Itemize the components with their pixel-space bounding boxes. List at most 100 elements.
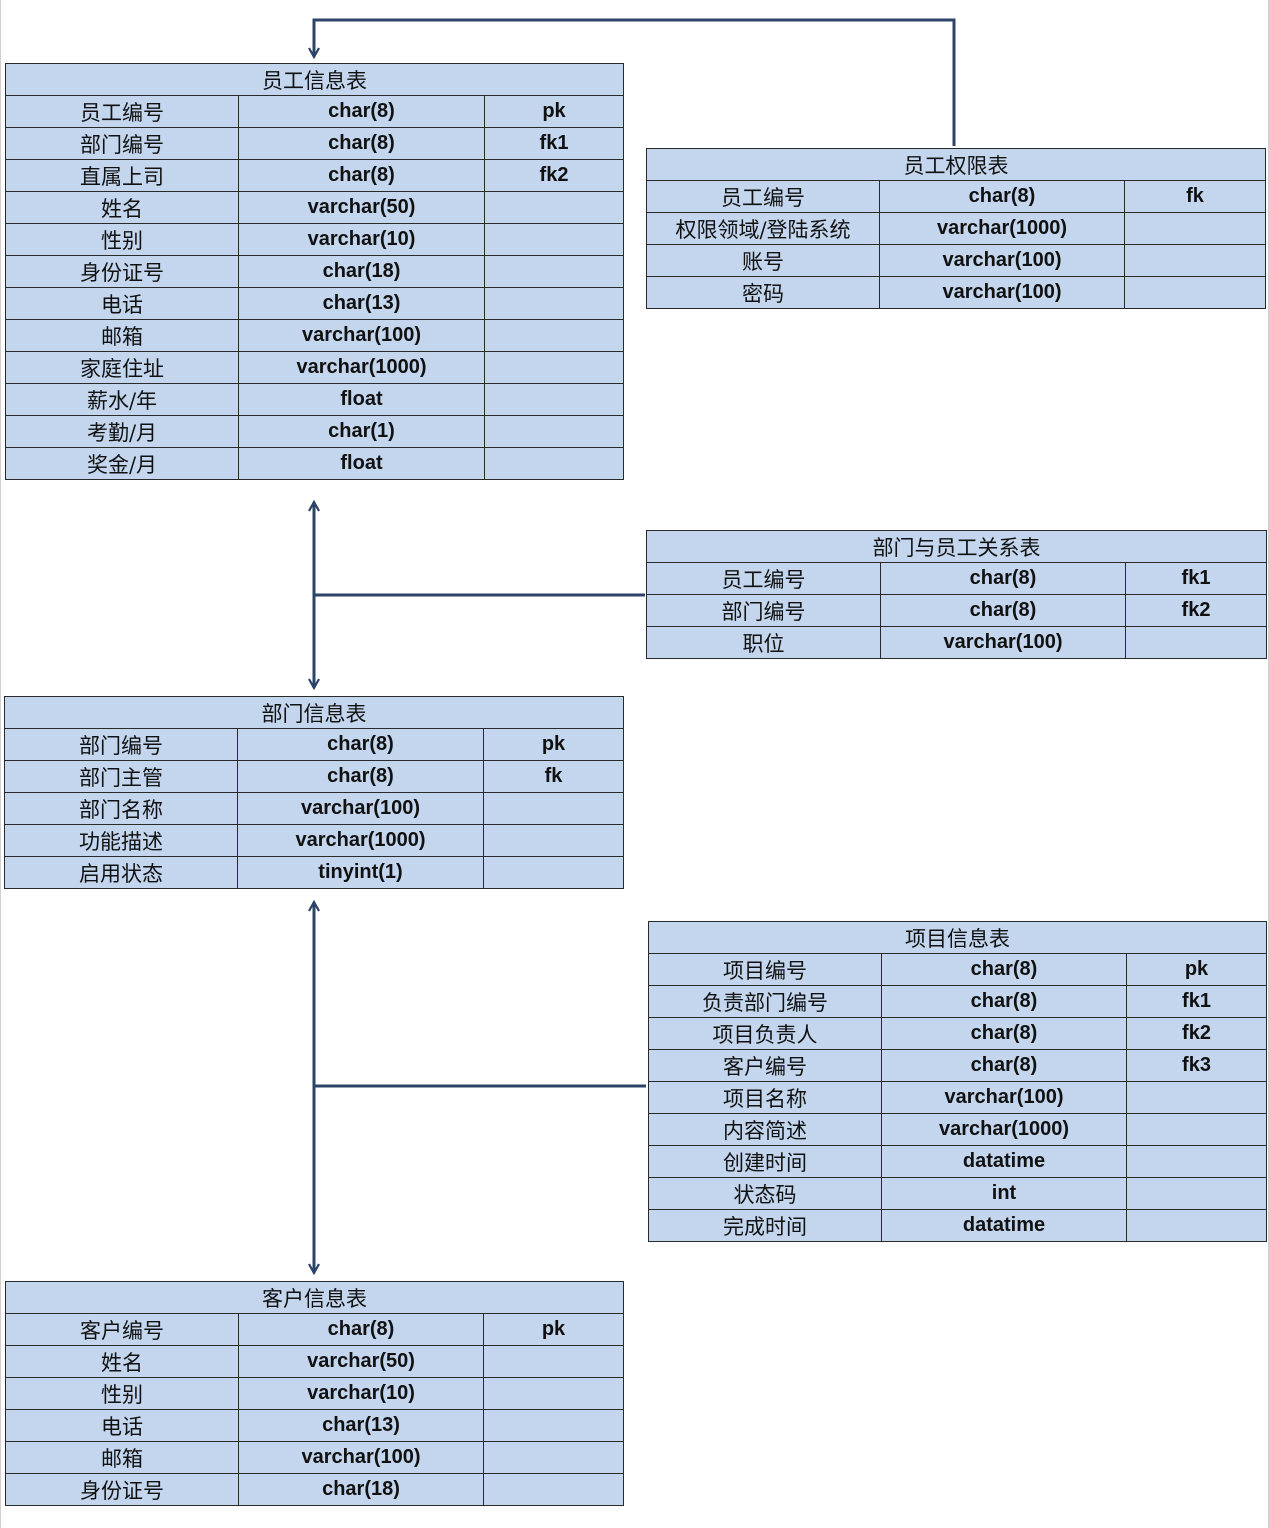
customer-table-title: 客户信息表 [4,1281,625,1314]
field-name: 项目名称 [648,1081,882,1114]
field-name: 员工编号 [646,180,880,213]
table-row: 功能描述 varchar(1000) [4,824,625,857]
field-name: 部门编号 [4,728,238,761]
field-type: float [238,447,485,480]
table-row: 直属上司 char(8) fk2 [5,159,625,192]
field-name: 账号 [646,244,880,277]
field-key [483,383,625,416]
field-name: 考勤/月 [5,415,239,448]
permission-table: 员工权限表 员工编号 char(8) fk 权限领域/登陆系统 varchar(100… [645,148,1267,309]
field-name: 电话 [5,1409,239,1442]
field-key: fk1 [483,127,625,160]
field-name: 项目负责人 [648,1017,882,1050]
field-name: 直属上司 [5,159,239,192]
field-type: char(8) [238,127,485,160]
field-name: 部门名称 [4,792,238,825]
field-key [1123,276,1267,309]
field-key: fk3 [1125,1049,1268,1082]
field-type: varchar(50) [238,1345,484,1378]
field-type: varchar(10) [238,1377,484,1410]
field-name: 功能描述 [4,824,238,857]
field-type: varchar(100) [238,319,485,352]
table-row: 项目名称 varchar(100) [648,1081,1268,1114]
field-key [483,351,625,384]
field-key [483,415,625,448]
field-name: 部门编号 [646,594,881,627]
table-row: 员工编号 char(8) fk1 [646,562,1268,595]
field-type: tinyint(1) [237,856,484,889]
field-name: 姓名 [5,1345,239,1378]
table-row: 奖金/月 float [5,447,625,480]
field-key [482,1473,625,1506]
field-name: 负责部门编号 [648,985,882,1018]
table-row: 部门编号 char(8) pk [4,728,625,761]
field-key: fk [482,760,625,793]
field-type: int [881,1177,1127,1210]
table-row: 员工编号 char(8) pk [5,95,625,128]
field-type: char(18) [238,255,485,288]
table-row: 创建时间 datatime [648,1145,1268,1178]
field-key [1123,244,1267,277]
field-type: char(8) [237,760,484,793]
field-name: 职位 [646,626,881,659]
table-row: 部门编号 char(8) fk2 [646,594,1268,627]
field-key [1125,1177,1268,1210]
field-name: 内容简述 [648,1113,882,1146]
field-key [482,856,625,889]
field-key [482,1441,625,1474]
table-row: 身份证号 char(18) [5,255,625,288]
table-row: 项目编号 char(8) pk [648,953,1268,986]
field-key [482,792,625,825]
table-row: 薪水/年 float [5,383,625,416]
field-key: fk1 [1124,562,1268,595]
field-key [1125,1145,1268,1178]
field-key: pk [483,95,625,128]
table-row: 状态码 int [648,1177,1268,1210]
table-row: 完成时间 datatime [648,1209,1268,1242]
table-row: 性别 varchar(10) [5,1377,625,1410]
field-key [483,255,625,288]
field-name: 权限领域/登陆系统 [646,212,880,245]
table-row: 客户编号 char(8) pk [5,1313,625,1346]
customer-table: 客户信息表 客户编号 char(8) pk 姓名 varchar(50) 性别 varc… [4,1281,625,1506]
field-name: 创建时间 [648,1145,882,1178]
dept-emp-table-title: 部门与员工关系表 [645,530,1268,563]
field-key [482,824,625,857]
field-type: char(1) [238,415,485,448]
permission-table-title: 员工权限表 [645,148,1267,181]
field-type: char(8) [238,159,485,192]
field-name: 薪水/年 [5,383,239,416]
field-type: varchar(100) [880,626,1126,659]
table-row: 密码 varchar(100) [646,276,1267,309]
table-row: 部门编号 char(8) fk1 [5,127,625,160]
field-key [482,1345,625,1378]
field-name: 部门主管 [4,760,238,793]
field-name: 完成时间 [648,1209,882,1242]
table-row: 性别 varchar(10) [5,223,625,256]
table-row: 部门主管 char(8) fk [4,760,625,793]
field-name: 启用状态 [4,856,238,889]
field-type: char(8) [880,594,1126,627]
project-table-title: 项目信息表 [647,921,1268,954]
field-name: 客户编号 [5,1313,239,1346]
field-key: fk1 [1125,985,1268,1018]
table-row: 内容简述 varchar(1000) [648,1113,1268,1146]
field-key [483,319,625,352]
field-name: 家庭住址 [5,351,239,384]
field-name: 状态码 [648,1177,882,1210]
field-key [1124,626,1268,659]
field-type: datatime [881,1209,1127,1242]
table-row: 邮箱 varchar(100) [5,1441,625,1474]
field-type: char(8) [237,728,484,761]
field-type: float [238,383,485,416]
field-type: varchar(100) [237,792,484,825]
table-row: 姓名 varchar(50) [5,191,625,224]
table-row: 电话 char(13) [5,287,625,320]
field-type: varchar(1000) [237,824,484,857]
department-table-title: 部门信息表 [3,696,625,729]
field-name: 邮箱 [5,1441,239,1474]
field-name: 性别 [5,1377,239,1410]
field-type: char(8) [238,1313,484,1346]
table-row: 客户编号 char(8) fk3 [648,1049,1268,1082]
field-type: varchar(100) [238,1441,484,1474]
